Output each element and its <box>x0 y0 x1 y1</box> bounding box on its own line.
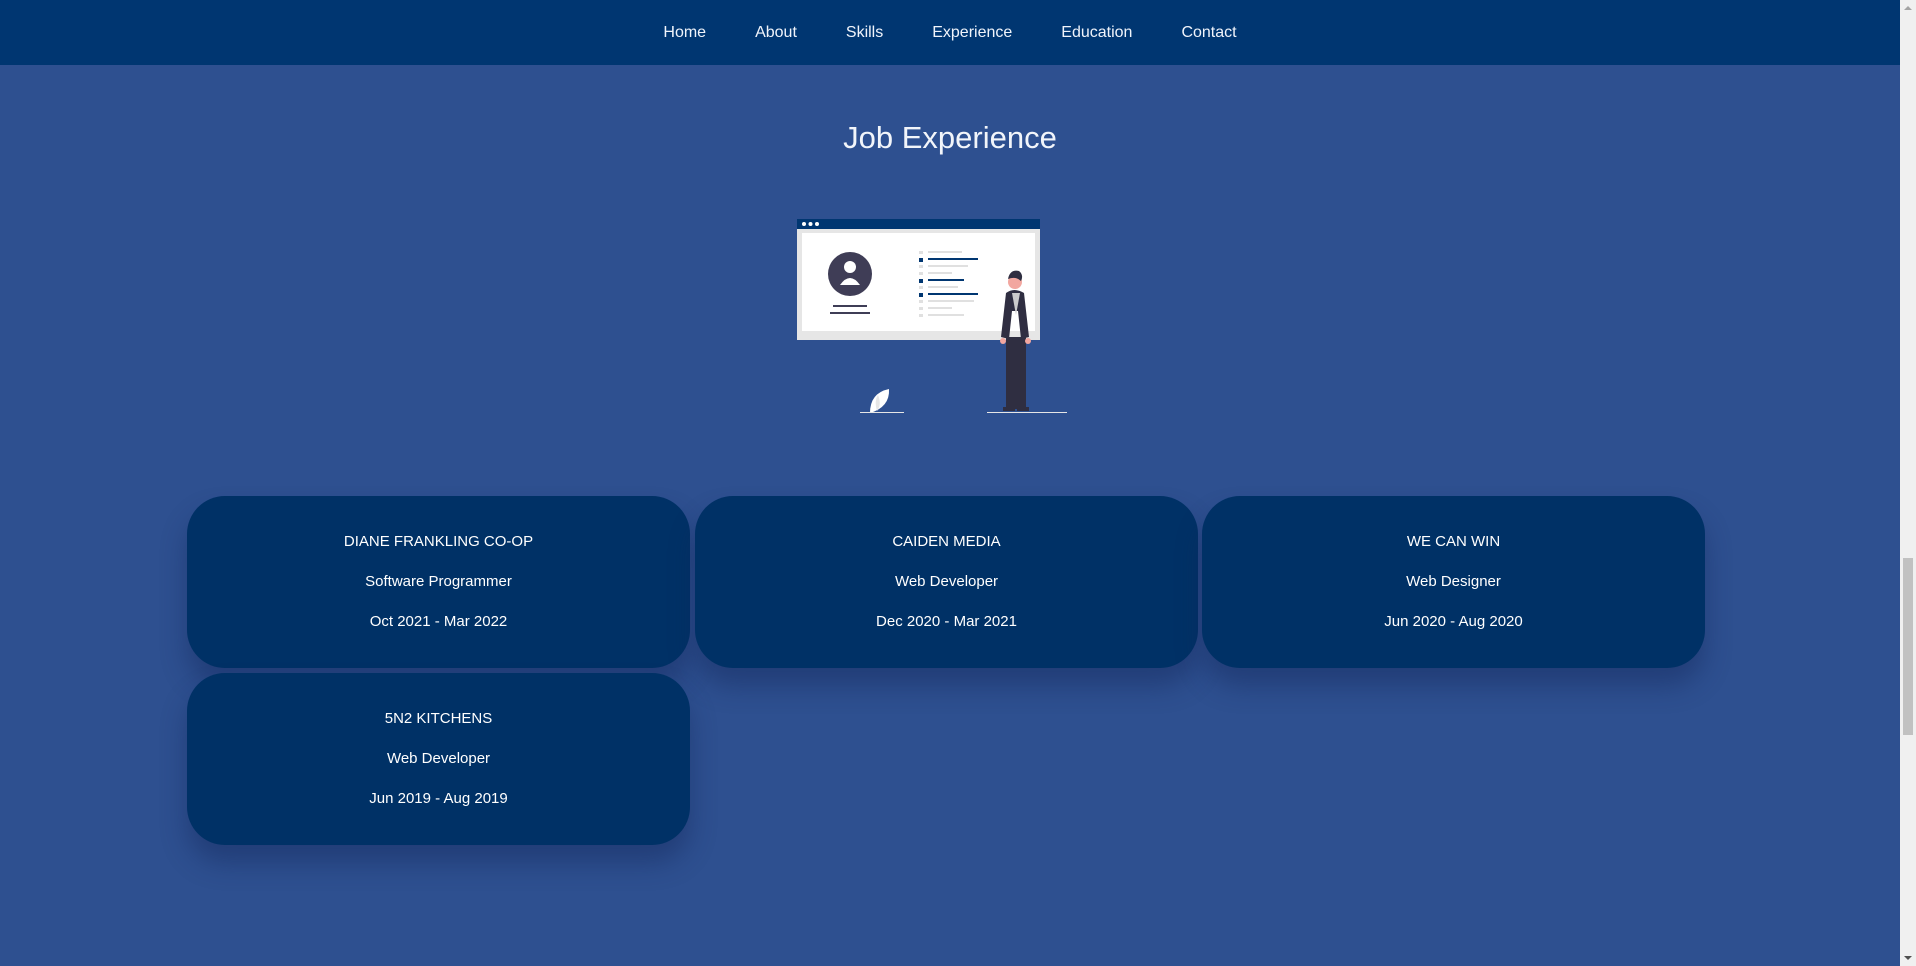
list-line <box>928 251 962 253</box>
nav-link-skills[interactable]: Skills <box>821 24 907 42</box>
list-line <box>928 314 964 316</box>
nav-link-contact[interactable]: Contact <box>1157 24 1261 42</box>
list-bullet <box>919 286 923 289</box>
list-bullet <box>919 300 923 303</box>
job-card[interactable]: 5N2 KITCHENS Web Developer Jun 2019 - Au… <box>187 673 690 845</box>
section-title: Job Experience <box>843 120 1057 155</box>
job-company: DIANE FRANKLING CO-OP <box>343 533 534 550</box>
window-dot <box>802 222 806 226</box>
resume-board-illustration <box>797 219 1067 413</box>
list-bullet <box>919 265 923 268</box>
nav-link-education[interactable]: Education <box>1037 24 1157 42</box>
list-bullet <box>919 272 923 275</box>
list-line <box>928 258 978 260</box>
job-dates: Oct 2021 - Mar 2022 <box>369 613 508 630</box>
job-company: CAIDEN MEDIA <box>892 533 1001 550</box>
ground-line <box>987 412 1067 413</box>
scroll-down-arrow-icon[interactable] <box>1900 950 1916 966</box>
top-navbar: Home About Skills Experience Education C… <box>0 0 1900 65</box>
job-dates: Dec 2020 - Mar 2021 <box>876 613 1017 630</box>
ground-line <box>860 412 904 413</box>
avatar-head <box>844 261 856 273</box>
page: Home About Skills Experience Education C… <box>0 0 1916 966</box>
resume-illustration <box>790 215 1070 421</box>
board-titlebar <box>797 219 1040 229</box>
job-role: Web Developer <box>894 573 999 590</box>
job-dates: Jun 2020 - Aug 2020 <box>1384 613 1523 630</box>
list-line <box>928 279 964 281</box>
job-role: Web Designer <box>1406 573 1501 590</box>
list-bullet <box>919 251 923 254</box>
list-bullet <box>919 258 923 262</box>
list-line <box>928 265 968 267</box>
list-bullet <box>919 279 923 283</box>
list-bullet <box>919 293 923 297</box>
job-card[interactable]: WE CAN WIN Web Designer Jun 2020 - Aug 2… <box>1202 496 1705 668</box>
nav-links: Home About Skills Experience Education C… <box>639 24 1261 42</box>
list-line <box>928 286 958 288</box>
list-line <box>928 307 952 309</box>
job-dates: Jun 2019 - Aug 2019 <box>369 790 508 807</box>
job-role: Web Developer <box>386 750 491 767</box>
window-dot <box>815 222 819 226</box>
nav-link-experience[interactable]: Experience <box>908 24 1037 42</box>
job-role: Software Programmer <box>365 573 512 590</box>
nav-link-home[interactable]: Home <box>639 24 731 42</box>
job-card[interactable]: CAIDEN MEDIA Web Developer Dec 2020 - Ma… <box>695 496 1198 668</box>
avatar-icon <box>828 252 872 296</box>
job-card[interactable]: DIANE FRANKLING CO-OP Software Programme… <box>187 496 690 668</box>
name-line <box>833 305 867 307</box>
nav-link-about[interactable]: About <box>731 24 822 42</box>
name-line <box>830 312 870 314</box>
job-company: 5N2 KITCHENS <box>384 710 493 727</box>
list-line <box>928 293 978 295</box>
scrollbar-thumb[interactable] <box>1903 558 1913 735</box>
list-line <box>928 300 974 302</box>
vertical-scrollbar[interactable] <box>1900 0 1916 966</box>
list-line <box>928 272 952 274</box>
list-bullet <box>919 307 923 310</box>
list-bullet <box>919 314 923 317</box>
job-company: WE CAN WIN <box>1406 533 1501 550</box>
window-dot <box>808 222 813 226</box>
scroll-up-arrow-icon[interactable] <box>1900 0 1916 16</box>
